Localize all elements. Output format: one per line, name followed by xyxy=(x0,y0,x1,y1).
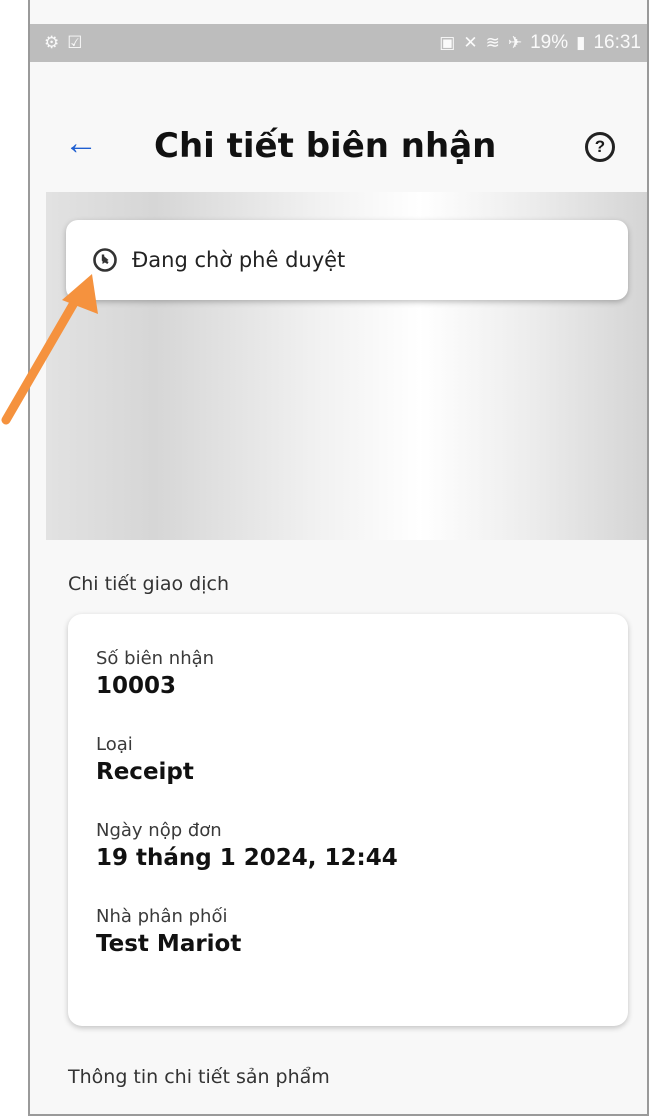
battery-icon: ▮ xyxy=(576,33,586,52)
type-field: Loại Receipt xyxy=(96,734,194,785)
distributor-field: Nhà phân phối Test Mariot xyxy=(96,906,241,957)
status-text: Đang chờ phê duyệt xyxy=(132,248,346,272)
transaction-section-title: Chi tiết giao dịch xyxy=(68,573,230,595)
help-button[interactable]: ? xyxy=(585,132,615,162)
app-header: ← Chi tiết biên nhận ? xyxy=(30,62,647,192)
mute-icon: ✕ xyxy=(463,33,478,52)
sim-icon: ▣ xyxy=(439,33,456,52)
status-badge: Đang chờ phê duyệt xyxy=(66,220,628,300)
receipt-number-field: Số biên nhận 10003 xyxy=(96,648,214,699)
field-label: Số biên nhận xyxy=(96,648,215,669)
field-value: Receipt xyxy=(96,759,194,785)
arrow-left-icon: ← xyxy=(64,124,98,162)
page-title: Chi tiết biên nhận xyxy=(154,126,497,166)
product-section-title: Thông tin chi tiết sản phẩm xyxy=(68,1066,330,1088)
submission-date-field: Ngày nộp đơn 19 tháng 1 2024, 12:44 xyxy=(96,820,398,871)
phone-screen: ⚙ ☑ ▣ ✕ ≋ ✈ 19% ▮ 16:31 ← Chi tiết biên … xyxy=(28,0,649,1116)
clock-time: 16:31 xyxy=(593,32,641,53)
field-label: Ngày nộp đơn xyxy=(96,820,222,841)
status-bar: ⚙ ☑ ▣ ✕ ≋ ✈ 19% ▮ 16:31 xyxy=(30,24,647,62)
message-icon: ☑ xyxy=(67,33,83,52)
help-circle-icon: ? xyxy=(594,137,606,156)
airplane-icon: ✈ xyxy=(507,33,523,52)
battery-percent: 19% xyxy=(530,32,569,53)
field-label: Loại xyxy=(96,734,133,755)
field-label: Nhà phân phối xyxy=(96,906,228,927)
back-button[interactable]: ← xyxy=(64,126,98,160)
field-value: 19 tháng 1 2024, 12:44 xyxy=(96,845,398,871)
annotation-arrow-icon xyxy=(1,274,98,425)
field-value: 10003 xyxy=(96,673,177,699)
wifi-icon: ≋ xyxy=(485,33,500,52)
teams-icon: ⚙ xyxy=(44,33,60,52)
transaction-detail-card: Số biên nhận 10003 Loại Receipt Ngày nộp… xyxy=(68,614,628,1026)
field-value: Test Mariot xyxy=(96,931,242,957)
